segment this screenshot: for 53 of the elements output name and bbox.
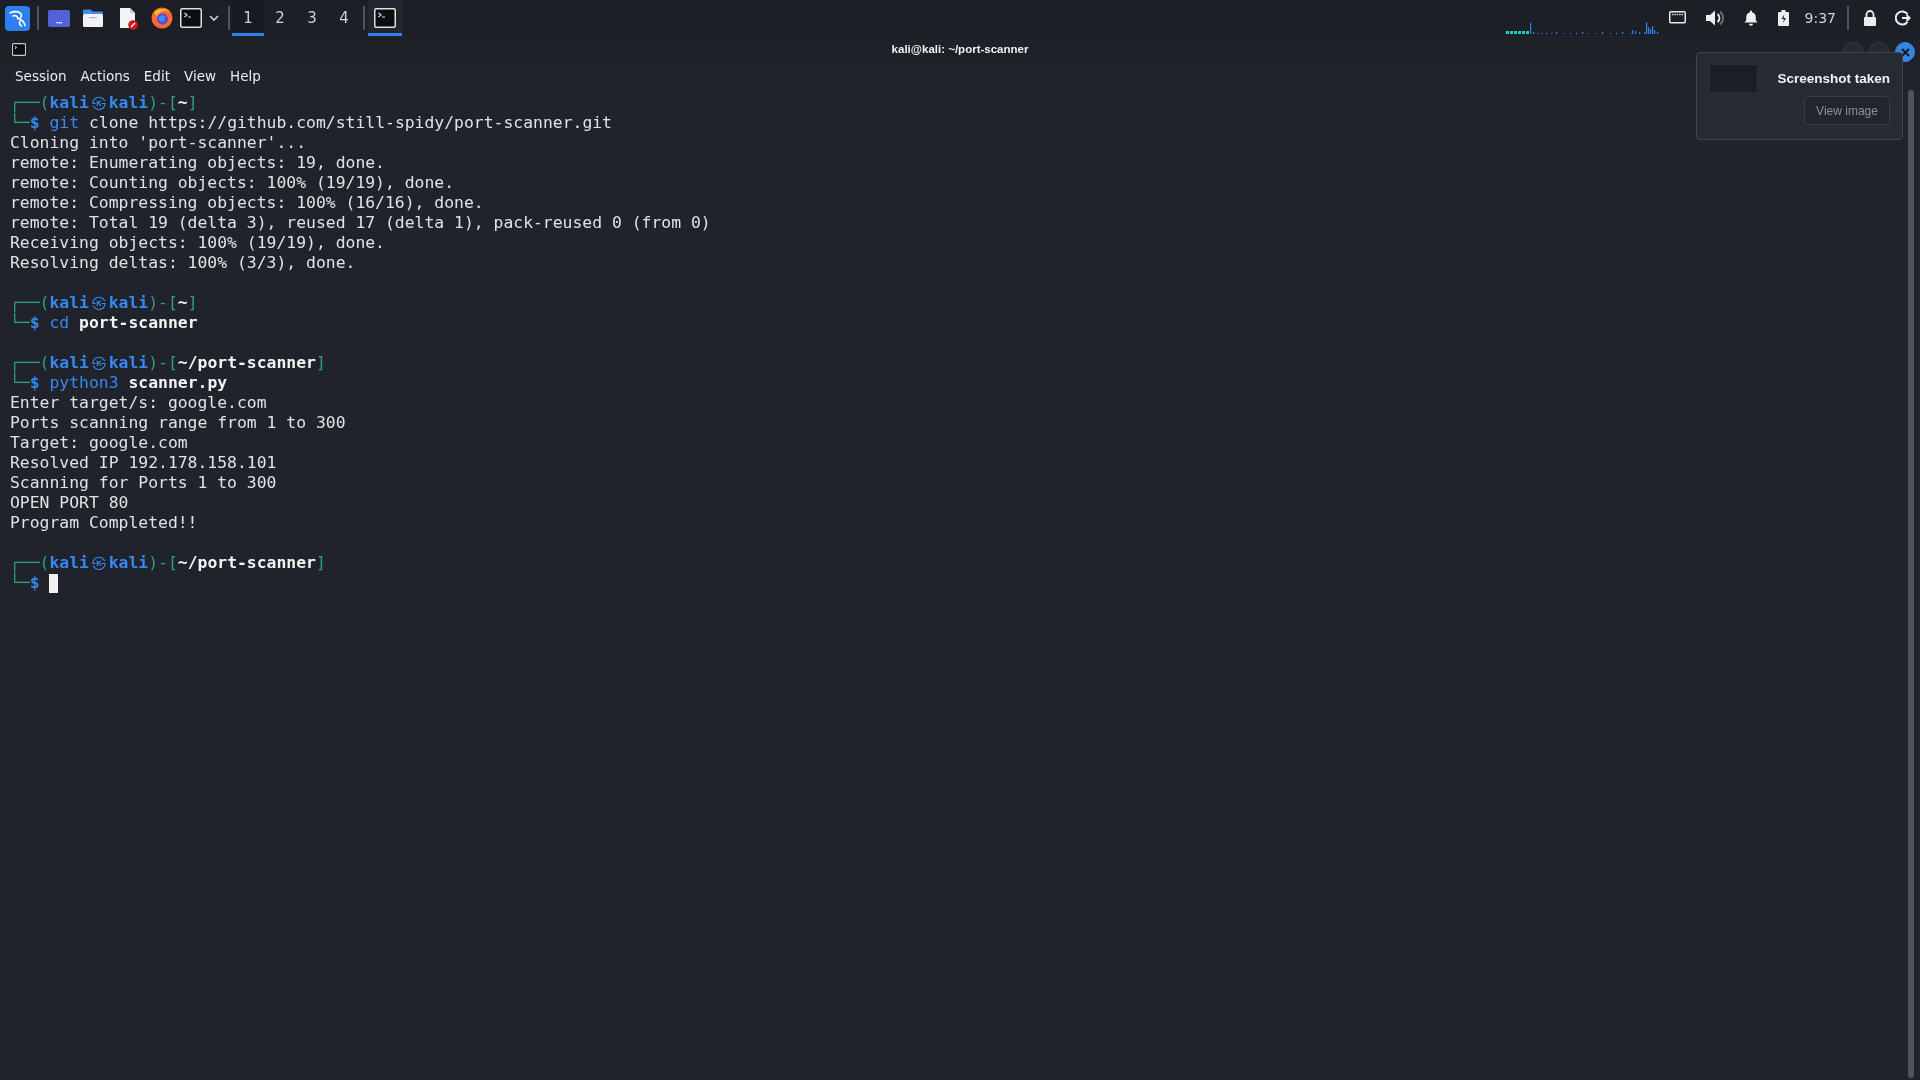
workspace-button[interactable]: 3 bbox=[296, 0, 328, 36]
globe-icon[interactable] bbox=[151, 7, 173, 29]
window-title: kali@kali: ~/port-scanner bbox=[891, 43, 1029, 55]
notification-title: Screenshot taken bbox=[1777, 71, 1890, 86]
menu-item[interactable]: Actions bbox=[73, 66, 137, 86]
prompt-line: ┌──(kali㉿kali)-[~/port-scanner] bbox=[10, 553, 326, 572]
volume-icon[interactable] bbox=[1704, 9, 1725, 27]
terminal-icon bbox=[374, 8, 396, 28]
command-line: └─$ python3 scanner.py bbox=[10, 373, 228, 393]
command-line: └─$ bbox=[10, 573, 40, 593]
document-edit-icon[interactable] bbox=[118, 6, 138, 30]
output-line: Program Completed!! bbox=[10, 513, 198, 533]
close-icon bbox=[1900, 47, 1910, 57]
caret-icon[interactable] bbox=[209, 15, 219, 21]
output-line: OPEN PORT 80 bbox=[10, 493, 129, 513]
prompt-line: ┌──(kali㉿kali)-[~/port-scanner] bbox=[10, 353, 326, 372]
output-line: Resolved IP 192.178.158.101 bbox=[10, 453, 277, 473]
output-line: Ports scanning range from 1 to 300 bbox=[10, 413, 346, 433]
command-line: └─$ cd port-scanner bbox=[10, 313, 198, 333]
lock-icon[interactable] bbox=[1863, 10, 1877, 26]
menu-item[interactable]: Edit bbox=[136, 66, 177, 86]
clock: 9:37 bbox=[1804, 10, 1836, 26]
workspace-button[interactable]: 2 bbox=[264, 0, 296, 36]
battery-icon[interactable] bbox=[1777, 10, 1789, 26]
output-line: Receiving objects: 100% (19/19), done. bbox=[10, 233, 385, 253]
workspace-button[interactable]: 1 bbox=[232, 0, 264, 36]
prompt-line: ┌──(kali㉿kali)-[~] bbox=[10, 293, 198, 312]
logout-icon[interactable] bbox=[1895, 10, 1911, 26]
terminal-icon bbox=[12, 42, 26, 56]
output-line: Scanning for Ports 1 to 300 bbox=[10, 473, 277, 493]
command-line: └─$ git clone https://github.com/still-spidy/port-scanner.git bbox=[10, 113, 612, 133]
logo-icon[interactable] bbox=[5, 5, 30, 31]
folder-icon[interactable] bbox=[82, 8, 104, 28]
prompt-line: ┌──(kali㉿kali)-[~] bbox=[10, 93, 198, 112]
output-line: Target: google.com bbox=[10, 433, 188, 453]
scrollbar-thumb[interactable] bbox=[1908, 90, 1914, 1078]
output-line: Resolving deltas: 100% (3/3), done. bbox=[10, 253, 356, 273]
output-line: Cloning into 'port-scanner'... bbox=[10, 133, 307, 153]
window-icon[interactable] bbox=[48, 9, 70, 27]
menu-item[interactable]: Session bbox=[8, 66, 74, 86]
menu-item[interactable]: Help bbox=[223, 66, 268, 86]
output-line: remote: Total 19 (delta 3), reused 17 (delta 1), pack-reused 0 (from 0) bbox=[10, 213, 711, 233]
workspace-button[interactable]: 4 bbox=[328, 0, 360, 36]
screen-icon[interactable] bbox=[1668, 11, 1686, 25]
terminal-icon[interactable] bbox=[180, 8, 202, 28]
menu-item[interactable]: View bbox=[177, 66, 224, 86]
bell-icon[interactable] bbox=[1743, 10, 1758, 26]
output-line: Enter target/s: google.com bbox=[10, 393, 267, 413]
task-button[interactable] bbox=[368, 0, 402, 36]
output-line: remote: Enumerating objects: 19, done. bbox=[10, 153, 385, 173]
view-image-button[interactable]: View image bbox=[1804, 96, 1890, 125]
output-line: remote: Compressing objects: 100% (16/16), done. bbox=[10, 193, 484, 213]
output-line: remote: Counting objects: 100% (19/19), done. bbox=[10, 173, 455, 193]
